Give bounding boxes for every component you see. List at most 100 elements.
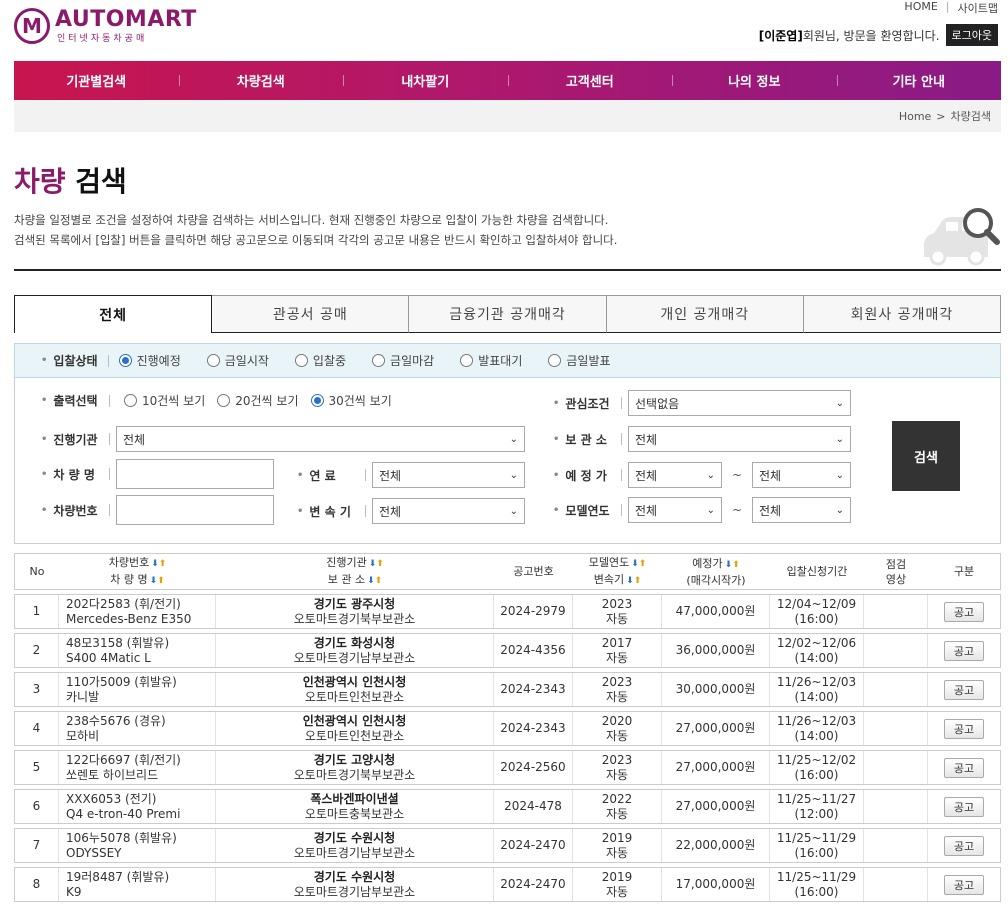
row-car[interactable]: 238수5676 (경유) 모하비 (59, 712, 216, 745)
row-period-time: (16:00) (794, 884, 839, 899)
tab-government[interactable]: 관공서 공매 (212, 295, 410, 333)
row-period: 11/25~12/02 (16:00) (770, 751, 864, 784)
announcement-button[interactable]: 공고 (944, 679, 984, 700)
row-car[interactable]: 106누5078 (휘발유) ODYSSEY (59, 829, 216, 862)
status-option-closes-today[interactable]: 금일마감 (372, 352, 434, 369)
tab-financial[interactable]: 금융기관 공개매각 (409, 295, 607, 333)
trans-select[interactable]: 전체 ⌄ (372, 498, 525, 524)
radio-label: 입찰중 (312, 354, 347, 368)
status-option-announce-today[interactable]: 금일발표 (548, 352, 611, 369)
table-row[interactable]: 5 122다6697 (휘/전기) 쏘렌토 하이브리드 경기도 고양시청 오토마트경기북… (14, 750, 1001, 785)
table-row[interactable]: 7 106누5078 (휘발유) ODYSSEY 경기도 수원시청 오토마트경기남부보관… (14, 828, 1001, 863)
row-inspection (864, 673, 928, 706)
row-car[interactable]: 48모3158 (휘발유) S400 4Matic L (59, 634, 216, 667)
announcement-button[interactable]: 공고 (944, 796, 984, 817)
nav-customer-center[interactable]: 고객센터 (507, 61, 673, 100)
row-no: 7 (15, 829, 59, 862)
row-kind: 공고 (928, 829, 1000, 862)
chevron-down-icon: ⌄ (835, 504, 844, 516)
status-option-bidding[interactable]: 입찰중 (294, 352, 347, 369)
row-year: 2023 자동 (573, 673, 662, 706)
row-car[interactable]: 122다6697 (휘/전기) 쏘렌토 하이브리드 (59, 751, 216, 784)
range-tilde: ~ (731, 503, 743, 517)
price-to-select[interactable]: 전체 ⌄ (752, 462, 851, 488)
breadcrumb-home[interactable]: Home (899, 110, 931, 123)
sort-arrows-icon[interactable]: ⬇⬆ (725, 560, 740, 570)
row-storage: 오토마트경기북부보관소 (293, 767, 416, 782)
chevron-down-icon: ⌄ (835, 397, 844, 409)
sort-arrows-icon[interactable]: ⬇⬆ (369, 559, 384, 569)
output-option-30[interactable]: 30건씩 보기 (310, 392, 392, 409)
tab-all[interactable]: 전체 (14, 295, 213, 333)
site-logo[interactable]: M AUTOMART 인터넷자동차공매 (14, 8, 197, 44)
announcement-button[interactable]: 공고 (944, 601, 984, 622)
row-car[interactable]: 202다2583 (휘/전기) Mercedes-Benz E350 (59, 595, 216, 628)
tab-personal[interactable]: 개인 공개매각 (606, 295, 804, 333)
row-org: 경기도 화성시청 오토마트경기남부보관소 (216, 634, 494, 667)
storage-label: 보 관 소 (553, 431, 613, 448)
year-from-select[interactable]: 전체 ⌄ (628, 497, 722, 523)
org-select[interactable]: 전체 ⌄ (116, 426, 525, 452)
storage-select[interactable]: 전체 ⌄ (628, 426, 851, 452)
logout-button[interactable]: 로그아웃 (945, 24, 998, 46)
output-option-20[interactable]: 20건씩 보기 (217, 392, 299, 409)
row-model-year: 2020 (601, 713, 633, 728)
table-row[interactable]: 1 202다2583 (휘/전기) Mercedes-Benz E350 경기도 광주… (14, 594, 1001, 629)
radio-label: 진행예정 (136, 354, 181, 368)
status-option-upcoming[interactable]: 진행예정 (118, 352, 181, 369)
table-row[interactable]: 6 XXX6053 (전기) Q4 e-tron-40 Premi 폭스바겐파이낸셜 오… (14, 789, 1001, 824)
row-inspection (864, 634, 928, 667)
nav-my-info[interactable]: 나의 정보 (672, 61, 837, 100)
bid-status-filter: 입찰상태 진행예정 금일시작 입찰중 금일마감 발표대기 금일발표 (14, 343, 1001, 378)
nav-agency-search[interactable]: 기관별검색 (14, 61, 179, 100)
announcement-button[interactable]: 공고 (944, 640, 984, 661)
sort-arrows-icon[interactable]: ⬇⬆ (151, 559, 166, 569)
search-button[interactable]: 검색 (892, 421, 960, 491)
output-option-10[interactable]: 10건씩 보기 (124, 392, 205, 409)
sort-arrows-icon[interactable]: ⬇⬆ (150, 576, 165, 586)
radio-label: 20건씩 보기 (235, 394, 299, 408)
label-divider (621, 433, 622, 445)
row-car[interactable]: XXX6053 (전기) Q4 e-tron-40 Premi (59, 790, 216, 823)
status-option-awaiting[interactable]: 발표대기 (460, 352, 522, 369)
table-row[interactable]: 3 110가5009 (휘발유) 카니발 인천광역시 인천시청 오토마트인천보관소 202… (14, 672, 1001, 707)
car-search-icon (924, 208, 1000, 266)
sort-arrows-icon[interactable]: ⬇⬆ (631, 559, 646, 569)
row-no: 8 (15, 868, 59, 901)
status-option-starts-today[interactable]: 금일시작 (206, 352, 269, 369)
radio-icon (118, 354, 132, 367)
row-model: ODYSSEY (66, 845, 122, 860)
radio-label: 금일마감 (390, 354, 435, 368)
announcement-button[interactable]: 공고 (944, 718, 984, 739)
nav-vehicle-search[interactable]: 차량검색 (178, 61, 344, 100)
announcement-button[interactable]: 공고 (944, 874, 984, 895)
header-year: 모델연도 ⬇⬆ 변속기 ⬇⬆ (573, 554, 662, 589)
radio-label: 10건씩 보기 (142, 394, 206, 408)
row-car[interactable]: 19러8487 (휘발유) K9 (59, 868, 216, 901)
row-storage: 오토마트경기남부보관소 (293, 650, 416, 665)
select-value: 전체 (635, 432, 658, 447)
table-body: 1 202다2583 (휘/전기) Mercedes-Benz E350 경기도 광주… (14, 594, 1001, 902)
fuel-select[interactable]: 전체 ⌄ (372, 462, 525, 488)
row-period-range: 11/26~12/03 (776, 713, 857, 728)
interest-select[interactable]: 선택없음 ⌄ (628, 390, 851, 416)
link-divider: | (945, 0, 950, 13)
sort-arrows-icon[interactable]: ⬇⬆ (626, 576, 641, 586)
year-to-select[interactable]: 전체 ⌄ (752, 497, 851, 523)
nav-etc-info[interactable]: 기타 안내 (836, 61, 1002, 100)
row-car[interactable]: 110가5009 (휘발유) 카니발 (59, 673, 216, 706)
table-row[interactable]: 8 19러8487 (휘발유) K9 경기도 수원시청 오토마트경기남부보관소 2024-… (14, 867, 1001, 902)
announcement-button[interactable]: 공고 (944, 757, 984, 778)
table-row[interactable]: 4 238수5676 (경유) 모하비 인천광역시 인천시청 오토마트인천보관소 2024… (14, 711, 1001, 746)
nav-sell-car[interactable]: 내차팔기 (343, 61, 508, 100)
sort-arrows-icon[interactable]: ⬇⬆ (367, 576, 382, 586)
announcement-button[interactable]: 공고 (944, 835, 984, 856)
sitemap-link[interactable]: 사이트맵 (958, 0, 998, 16)
table-row[interactable]: 2 48모3158 (휘발유) S400 4Matic L 경기도 화성시청 오토마트경… (14, 633, 1001, 668)
row-agency: 폭스바겐파이낸셜 (310, 791, 399, 806)
price-from-select[interactable]: 전체 ⌄ (628, 462, 722, 488)
tab-member[interactable]: 회원사 공개매각 (803, 295, 1002, 333)
home-link[interactable]: HOME (904, 0, 937, 16)
carno-input[interactable] (116, 495, 274, 525)
carname-input[interactable] (116, 459, 274, 489)
